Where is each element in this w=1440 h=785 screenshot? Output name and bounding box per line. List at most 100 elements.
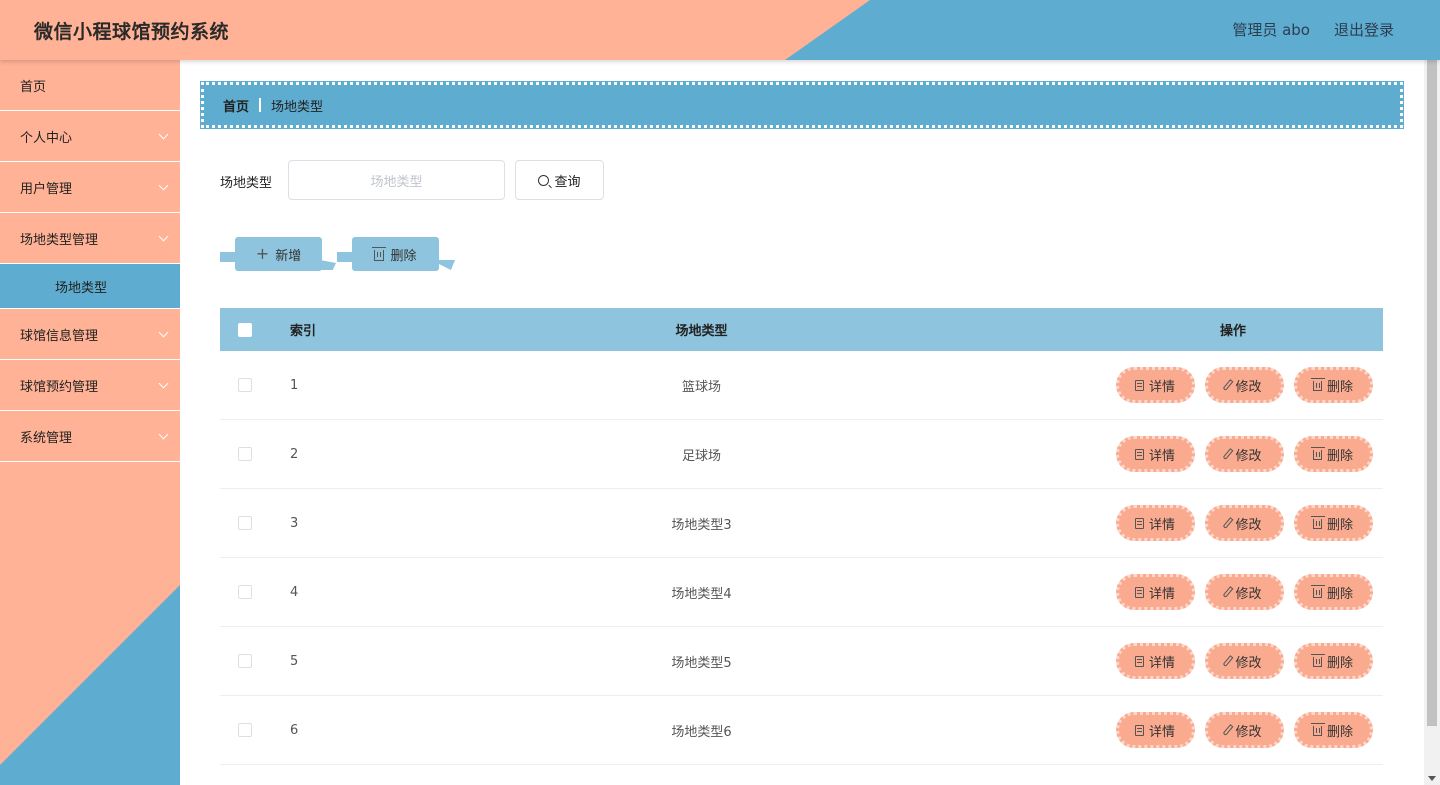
delete-button-label: 删除 [1326,724,1353,740]
document-icon [1134,448,1144,460]
delete-button[interactable]: 删除 [1293,367,1373,403]
sidebar-item-home[interactable]: 首页 [0,60,180,111]
chevron-down-icon [158,379,170,391]
scroll-down-arrow[interactable] [1428,776,1436,781]
row-checkbox-cell [220,654,270,668]
header-user-area: 管理员 abo 退出登录 [1232,19,1394,40]
sidebar-item-label: 球馆信息管理 [20,328,99,344]
detail-button[interactable]: 详情 [1115,367,1195,403]
row-index: 4 [290,584,299,600]
table-row: 3 场地类型3 详情 修改 删除 [220,489,1383,558]
row-checkbox[interactable] [238,585,252,599]
row-checkbox[interactable] [238,378,252,392]
sidebar-item-gym-booking-management[interactable]: 球馆预约管理 [0,360,180,411]
trash-icon [372,246,387,261]
header-index: 索引 [290,324,317,339]
row-checkbox[interactable] [238,654,252,668]
edit-button-label: 修改 [1235,724,1262,740]
delete-button[interactable]: 删除 [1293,643,1373,679]
header-operations: 操作 [1219,324,1246,339]
sidebar-item-gym-info-management[interactable]: 球馆信息管理 [0,309,180,360]
row-checkbox-cell [220,585,270,599]
search-input[interactable]: 场地类型 [288,160,505,200]
breadcrumb: 首页 场地类型 [200,81,1404,129]
search-button[interactable]: 查询 [515,160,604,200]
sidebar-item-venue-type-management[interactable]: 场地类型管理 [0,213,180,264]
row-index: 6 [290,722,299,738]
table-row: 2 足球场 详情 修改 删除 [220,420,1383,489]
plus-icon: + [255,244,270,263]
chevron-down-icon [158,130,170,142]
row-operations: 详情 修改 删除 [1083,712,1383,748]
search-label: 场地类型 [220,176,273,191]
edit-button[interactable]: 修改 [1204,505,1284,541]
detail-button[interactable]: 详情 [1115,712,1195,748]
delete-button-label: 删除 [1326,655,1353,671]
chevron-down-icon [158,181,170,193]
delete-button-label: 删除 [1326,448,1353,464]
detail-button[interactable]: 详情 [1115,643,1195,679]
row-checkbox[interactable] [238,516,252,530]
sidebar-subitem-venue-type[interactable]: 场地类型 [0,264,180,309]
delete-button[interactable]: 删除 [1293,712,1373,748]
row-venue-type: 篮球场 [681,379,721,395]
sidebar-menu: 首页 个人中心 用户管理 场地类型管理 场地类型 球馆信息管理 球馆预约管理 系… [0,60,180,462]
row-venue-type: 场地类型6 [671,724,732,740]
row-checkbox[interactable] [238,447,252,461]
main-content: 首页 场地类型 场地类型 场地类型 查询 + 新增 删除 索引 场地类型 操作 … [180,60,1424,785]
sidebar-item-personal-center[interactable]: 个人中心 [0,111,180,162]
row-venue-type: 场地类型4 [671,586,732,602]
document-icon [1134,655,1144,667]
add-button-label: 新增 [275,248,302,264]
chevron-down-icon [158,232,170,244]
row-checkbox[interactable] [238,723,252,737]
add-button-ribbon-tail [320,260,336,270]
delete-button[interactable]: 删除 [1293,574,1373,610]
trash-icon [1310,723,1325,736]
edit-button[interactable]: 修改 [1204,643,1284,679]
edit-button[interactable]: 修改 [1204,436,1284,472]
chevron-down-icon [158,430,170,442]
scrollbar-thumb[interactable] [1427,60,1437,726]
trash-icon [1310,447,1325,460]
row-venue-type: 足球场 [681,448,721,464]
bulk-delete-button[interactable]: 删除 [352,237,439,271]
edit-button-label: 修改 [1235,586,1262,602]
detail-button[interactable]: 详情 [1115,574,1195,610]
detail-button-label: 详情 [1148,724,1175,740]
search-icon [538,174,550,186]
edit-button[interactable]: 修改 [1204,712,1284,748]
add-button[interactable]: + 新增 [235,237,322,271]
table-body: 1 篮球场 详情 修改 删除 2 足球场 详情 修改 删除 3 场地类型3 详情 修改 删除 4 场地类型4 详情… [220,351,1383,765]
trash-icon [1310,516,1325,529]
detail-button[interactable]: 详情 [1115,436,1195,472]
edit-button[interactable]: 修改 [1204,574,1284,610]
delete-button[interactable]: 删除 [1293,436,1373,472]
document-icon [1134,517,1144,529]
logout-link[interactable]: 退出登录 [1334,19,1394,40]
edit-button-label: 修改 [1235,379,1262,395]
row-operations: 详情 修改 删除 [1083,643,1383,679]
row-checkbox-cell [220,516,270,530]
row-checkbox-cell [220,447,270,461]
row-venue-type: 场地类型3 [671,517,732,533]
edit-button-label: 修改 [1235,448,1262,464]
edit-button[interactable]: 修改 [1204,367,1284,403]
row-index: 5 [290,653,299,669]
pencil-icon [1223,517,1234,529]
table-row: 5 场地类型5 详情 修改 删除 [220,627,1383,696]
trash-icon [1310,585,1325,598]
scrollbar[interactable] [1424,60,1440,785]
delete-button[interactable]: 删除 [1293,505,1373,541]
breadcrumb-home[interactable]: 首页 [223,96,249,115]
detail-button-label: 详情 [1148,586,1175,602]
sidebar-item-label: 球馆预约管理 [20,379,99,395]
breadcrumb-current: 场地类型 [271,99,324,115]
detail-button-label: 详情 [1148,655,1175,671]
sidebar-item-user-management[interactable]: 用户管理 [0,162,180,213]
chevron-down-icon [158,328,170,340]
sidebar-item-system-management[interactable]: 系统管理 [0,411,180,462]
select-all-checkbox[interactable] [238,322,252,337]
detail-button[interactable]: 详情 [1115,505,1195,541]
pencil-icon [1223,586,1234,598]
